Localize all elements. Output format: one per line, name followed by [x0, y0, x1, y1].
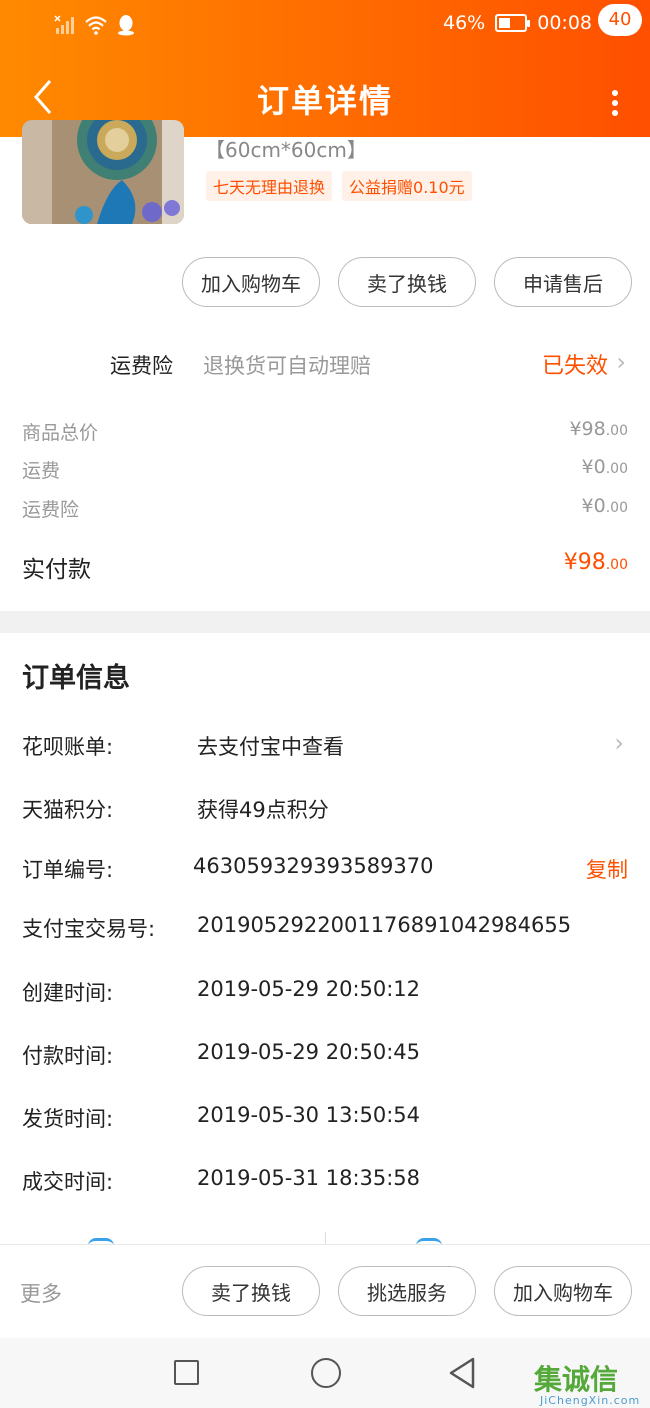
- info-label: 创建时间:: [22, 981, 114, 1005]
- system-back-icon[interactable]: [448, 1356, 476, 1390]
- price-value: ¥0.00: [582, 495, 628, 517]
- column-divider: [325, 1232, 326, 1244]
- total-value: ¥98.00: [564, 550, 628, 575]
- info-value: 463059329393589370: [193, 854, 434, 878]
- chevron-right-icon: ›: [616, 348, 626, 376]
- choose-service-button[interactable]: 挑选服务: [338, 1266, 476, 1316]
- info-label: 支付宝交易号:: [22, 917, 156, 941]
- info-row-alipay-id: 支付宝交易号: 2019052922001176891042984655: [22, 913, 628, 945]
- tag-charity: 公益捐赠0.10元: [342, 171, 472, 201]
- price-row-goods: 商品总价 ¥98.00: [22, 418, 628, 448]
- info-label: 天猫积分:: [22, 798, 114, 822]
- price-int: ¥0: [581, 456, 606, 478]
- battery-level: [499, 18, 511, 28]
- peacock-clock-image: [22, 120, 184, 224]
- total-label: 实付款: [22, 557, 91, 583]
- signal-icon: [54, 15, 74, 34]
- bottom-action-bar: 更多 卖了换钱 挑选服务 加入购物车: [0, 1244, 650, 1338]
- price-label: 运费险: [22, 499, 80, 521]
- price-value: ¥98.00: [569, 418, 628, 440]
- price-label: 商品总价: [22, 422, 99, 444]
- info-label: 订单编号:: [22, 858, 114, 882]
- info-value: 2019-05-29 20:50:12: [197, 977, 421, 1001]
- info-value: 去支付宝中查看: [197, 735, 344, 759]
- info-label: 发货时间:: [22, 1107, 114, 1131]
- status-icons-left: [54, 14, 136, 36]
- add-to-cart-bottom-button[interactable]: 加入购物车: [494, 1266, 632, 1316]
- info-value: 2019052922001176891042984655: [197, 913, 572, 937]
- battery-icon: [495, 14, 531, 32]
- total-dec: .00: [605, 557, 628, 573]
- price-value: ¥0.00: [582, 456, 628, 478]
- home-icon[interactable]: [311, 1358, 341, 1388]
- insurance-status: 已失效: [541, 354, 608, 379]
- info-label: 成交时间:: [22, 1170, 114, 1194]
- info-row-created: 创建时间: 2019-05-29 20:50:12: [22, 977, 628, 1009]
- info-row-paid: 付款时间: 2019-05-29 20:50:45: [22, 1040, 628, 1072]
- info-row-order-number: 订单编号: 463059329393589370 复制: [22, 854, 628, 886]
- qq-icon: [118, 15, 134, 36]
- after-sales-button[interactable]: 申请售后: [494, 257, 632, 307]
- service-tags: 七天无理由退换 公益捐赠0.10元: [206, 171, 472, 201]
- price-int: ¥98: [569, 418, 606, 440]
- price-dec: .00: [605, 423, 628, 439]
- section-divider: [0, 611, 650, 633]
- recent-apps-icon[interactable]: [174, 1360, 199, 1385]
- info-value: 2019-05-29 20:50:45: [197, 1040, 421, 1064]
- info-value: 2019-05-30 13:50:54: [197, 1103, 421, 1127]
- status-icons-right: 46% 00:08: [443, 12, 592, 34]
- info-label: 付款时间:: [22, 1044, 114, 1068]
- add-to-cart-button[interactable]: 加入购物车: [182, 257, 320, 307]
- sell-button-bottom[interactable]: 卖了换钱: [182, 1266, 320, 1316]
- price-dec: .00: [605, 461, 628, 477]
- sell-button[interactable]: 卖了换钱: [338, 257, 476, 307]
- info-row-shipped: 发货时间: 2019-05-30 13:50:54: [22, 1103, 628, 1135]
- shipping-insurance-row[interactable]: 运费险 退换货可自动理赔 已失效 ›: [0, 342, 650, 382]
- price-row-insurance: 运费险 ¥0.00: [22, 495, 628, 525]
- page-title: 订单详情: [256, 82, 393, 120]
- info-row-points: 天猫积分: 获得49点积分: [22, 794, 628, 826]
- info-row-completed: 成交时间: 2019-05-31 18:35:58: [22, 1166, 628, 1198]
- header: 46% 00:08 订单详情 40: [0, 0, 650, 137]
- info-label: 花呗账单:: [22, 735, 114, 759]
- more-button[interactable]: 更多: [20, 1278, 62, 1308]
- watermark-url: JiChengXin.com: [540, 1394, 641, 1407]
- watermark-logo: 集诚信: [534, 1363, 619, 1396]
- product-spec: 【60cm*60cm】: [205, 138, 367, 162]
- chevron-right-icon: ›: [614, 729, 624, 757]
- price-dec: .00: [605, 500, 628, 516]
- copy-button[interactable]: 复制: [586, 854, 628, 884]
- insurance-desc: 退换货可自动理赔: [203, 354, 371, 378]
- insurance-label: 运费险: [110, 354, 173, 378]
- more-menu-icon[interactable]: [610, 90, 620, 122]
- wifi-icon: [85, 16, 107, 35]
- notification-badge: 40: [598, 4, 642, 36]
- tag-return: 七天无理由退换: [206, 171, 333, 201]
- total-paid-row: 实付款 ¥98.00: [22, 550, 628, 586]
- price-label: 运费: [22, 460, 61, 482]
- product-image[interactable]: [22, 120, 184, 224]
- order-info-title: 订单信息: [22, 663, 130, 694]
- info-value: 2019-05-31 18:35:58: [197, 1166, 421, 1190]
- info-value: 获得49点积分: [197, 798, 329, 822]
- price-row-shipping: 运费 ¥0.00: [22, 456, 628, 486]
- order-actions-top: 加入购物车 卖了换钱 申请售后: [0, 257, 650, 307]
- total-int: ¥98: [563, 550, 606, 575]
- status-bar: 46% 00:08: [0, 0, 650, 52]
- battery-percent: 46%: [443, 12, 486, 34]
- info-row-huabei[interactable]: 花呗账单: 去支付宝中查看 ›: [22, 729, 628, 763]
- price-int: ¥0: [581, 495, 606, 517]
- clock: 00:08: [537, 12, 592, 34]
